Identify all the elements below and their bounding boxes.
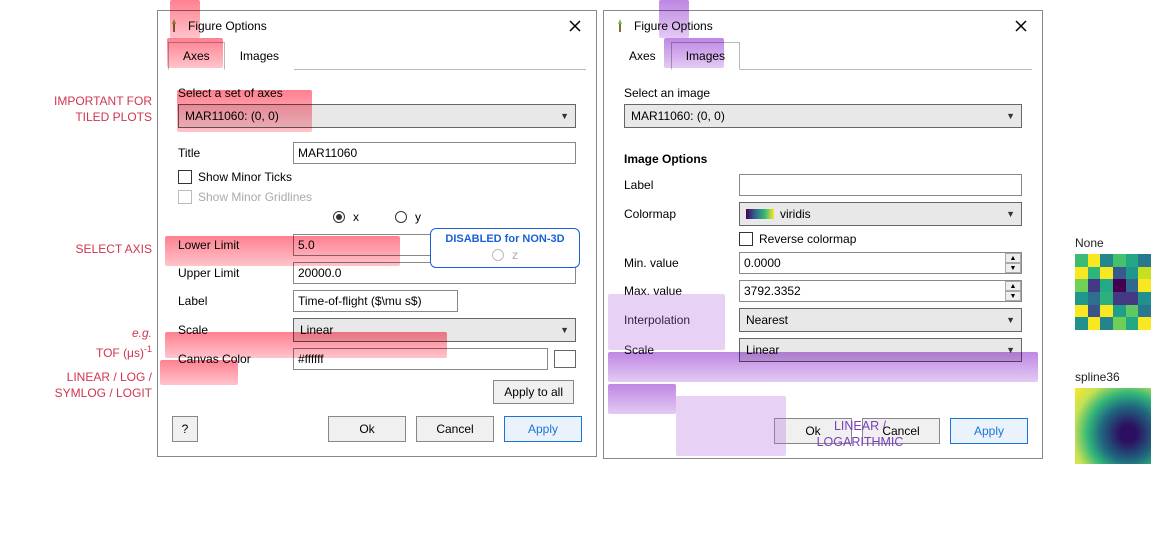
min-value-input[interactable]: ▲▼ bbox=[739, 252, 1022, 274]
ok-button[interactable]: Ok bbox=[328, 416, 406, 442]
images-dialog: Figure Options Axes Images Select an ima… bbox=[603, 10, 1043, 459]
reverse-colormap-label: Reverse colormap bbox=[759, 232, 856, 246]
axis-label-label: Label bbox=[178, 294, 293, 308]
canvas-color-swatch[interactable] bbox=[554, 350, 576, 368]
interpolation-value: Nearest bbox=[746, 313, 788, 327]
ann-important: IMPORTANT FOR TILED PLOTS bbox=[2, 94, 152, 125]
radio-y[interactable]: y bbox=[395, 210, 421, 224]
ann-tof: TOF (μs)-1 bbox=[2, 344, 152, 362]
select-image[interactable]: MAR11060: (0, 0) bbox=[624, 104, 1022, 128]
select-image-value: MAR11060: (0, 0) bbox=[631, 109, 725, 123]
thumb-spline-label: spline36 bbox=[1075, 370, 1120, 384]
images-tabs: Axes Images bbox=[614, 41, 1032, 70]
close-icon[interactable] bbox=[1006, 15, 1036, 37]
show-minor-gridlines-label: Show Minor Gridlines bbox=[198, 190, 312, 204]
thumb-spline bbox=[1075, 388, 1151, 464]
colormap-select[interactable]: viridis bbox=[739, 202, 1022, 226]
select-image-label: Select an image bbox=[624, 86, 1022, 100]
radio-z-indicator bbox=[492, 249, 504, 261]
help-button[interactable]: ? bbox=[172, 416, 198, 442]
ann-eg: e.g. bbox=[2, 326, 152, 342]
tab-axes[interactable]: Axes bbox=[614, 42, 671, 70]
images-titlebar: Figure Options bbox=[604, 11, 1042, 41]
ann-purple-scales: LINEAR / LOGARITHMIC bbox=[790, 418, 930, 451]
select-axes-label: Select a set of axes bbox=[178, 86, 576, 100]
image-label-label: Label bbox=[624, 178, 739, 192]
interpolation-label: Interpolation bbox=[624, 313, 739, 327]
image-label-input[interactable] bbox=[739, 174, 1022, 196]
figure-icon bbox=[166, 18, 182, 34]
select-axes[interactable]: MAR11060: (0, 0) bbox=[178, 104, 576, 128]
figure-icon bbox=[612, 18, 628, 34]
spin-down-icon[interactable]: ▼ bbox=[1005, 291, 1021, 301]
axes-titlebar: Figure Options bbox=[158, 11, 596, 41]
max-value-input[interactable]: ▲▼ bbox=[739, 280, 1022, 302]
select-axes-value: MAR11060: (0, 0) bbox=[185, 109, 279, 123]
tab-axes[interactable]: Axes bbox=[168, 42, 225, 70]
axes-title: Figure Options bbox=[188, 19, 267, 33]
image-scale-label: Scale bbox=[624, 343, 739, 357]
spin-up-icon[interactable]: ▲ bbox=[1005, 253, 1021, 263]
colormap-label: Colormap bbox=[624, 207, 739, 221]
canvas-color-label: Canvas Color bbox=[178, 352, 293, 366]
thumb-none bbox=[1075, 254, 1151, 330]
radio-y-indicator bbox=[395, 211, 407, 223]
viridis-swatch-icon bbox=[746, 209, 774, 219]
upper-limit-label: Upper Limit bbox=[178, 266, 293, 280]
axis-label-input[interactable] bbox=[293, 290, 458, 312]
ann-scales: LINEAR / LOG / SYMLOG / LOGIT bbox=[2, 370, 152, 401]
radio-x-indicator bbox=[333, 211, 345, 223]
image-scale-value: Linear bbox=[746, 343, 779, 357]
lower-limit-label: Lower Limit bbox=[178, 238, 293, 252]
close-icon[interactable] bbox=[560, 15, 590, 37]
apply-button[interactable]: Apply bbox=[950, 418, 1028, 444]
colormap-value: viridis bbox=[780, 207, 811, 221]
image-options-header: Image Options bbox=[624, 152, 1022, 166]
title-input[interactable] bbox=[293, 142, 576, 164]
scale-label: Scale bbox=[178, 323, 293, 337]
reverse-colormap-checkbox[interactable] bbox=[739, 232, 753, 246]
spin-up-icon[interactable]: ▲ bbox=[1005, 281, 1021, 291]
thumb-none-label: None bbox=[1075, 236, 1104, 250]
show-minor-ticks-checkbox[interactable] bbox=[178, 170, 192, 184]
tab-images[interactable]: Images bbox=[225, 42, 294, 70]
disabled-non3d-callout: DISABLED for NON-3D z bbox=[430, 228, 580, 268]
title-label: Title bbox=[178, 146, 293, 160]
min-value-label: Min. value bbox=[624, 256, 739, 270]
apply-button[interactable]: Apply bbox=[504, 416, 582, 442]
max-value-label: Max. value bbox=[624, 284, 739, 298]
radio-x[interactable]: x bbox=[333, 210, 359, 224]
apply-to-all-button[interactable]: Apply to all bbox=[493, 380, 574, 404]
show-minor-ticks-label: Show Minor Ticks bbox=[198, 170, 292, 184]
spin-down-icon[interactable]: ▼ bbox=[1005, 263, 1021, 273]
canvas-color-input[interactable] bbox=[293, 348, 548, 370]
interpolation-select[interactable]: Nearest bbox=[739, 308, 1022, 332]
ann-select-axis: SELECT AXIS bbox=[2, 242, 152, 258]
axes-tabs: Axes Images bbox=[168, 41, 586, 70]
image-scale-select[interactable]: Linear bbox=[739, 338, 1022, 362]
show-minor-gridlines-checkbox bbox=[178, 190, 192, 204]
tab-images[interactable]: Images bbox=[671, 42, 740, 70]
scale-select[interactable]: Linear bbox=[293, 318, 576, 342]
images-title: Figure Options bbox=[634, 19, 713, 33]
cancel-button[interactable]: Cancel bbox=[416, 416, 494, 442]
scale-value: Linear bbox=[300, 323, 333, 337]
